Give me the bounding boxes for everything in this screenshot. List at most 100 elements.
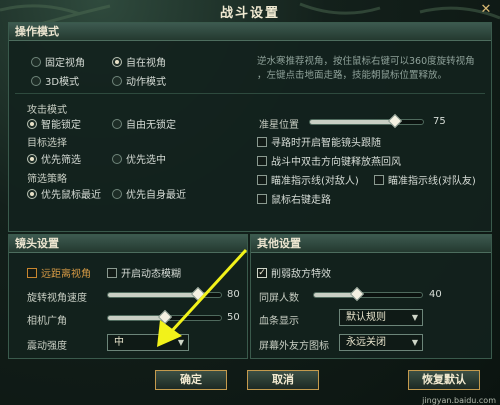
mode-description-line1: 逆水寒推荐视角，按住鼠标右键可以360度旋转视角 [257, 56, 475, 67]
chevron-down-icon: ▼ [177, 338, 184, 347]
settings-window: 战斗设置 ✕ 操作模式 固定视角 自在视角 3D模式 动作模式 逆水寒推荐视角，… [0, 0, 500, 405]
title-bar: 战斗设置 [0, 0, 500, 22]
blood-bar-select[interactable]: 默认规则 ▼ [339, 309, 423, 326]
camera-section-title: 镜头设置 [9, 235, 247, 253]
weaken-enemy-effects-checkbox[interactable]: ✓ 削弱敌方特效 [257, 265, 331, 280]
check-label: 瞄准指示线(对敌人) [271, 176, 359, 187]
radio-icon [112, 118, 122, 129]
other-panel: 其他设置 ✓ 削弱敌方特效 同屏人数 40 血条显示 默认规则 ▼ 屏幕外友方图… [250, 234, 492, 359]
mode-label: 固定视角 [45, 58, 85, 69]
option-label: 优先筛选 [41, 155, 81, 166]
fov-value: 50 [227, 312, 240, 323]
radio-icon [112, 75, 122, 86]
watermark: jingyan.baidu.com [422, 396, 496, 405]
slider-fill [310, 120, 395, 124]
option-label: 优先选中 [126, 155, 166, 166]
ally-icon-select[interactable]: 永远关闭 ▼ [339, 334, 423, 351]
chevron-down-icon: ▼ [411, 338, 418, 347]
select-value: 中 [114, 337, 124, 348]
divider [15, 93, 485, 94]
select-value: 默认规则 [346, 312, 386, 323]
rotate-speed-value: 80 [227, 289, 240, 300]
checkbox-icon [374, 174, 384, 185]
check-label: 远距离视角 [41, 269, 91, 280]
restore-default-button[interactable]: 恢复默认 [408, 370, 480, 390]
smart-camera-follow-checkbox[interactable]: 寻路时开启智能镜头跟随 [257, 134, 381, 149]
checkbox-icon [257, 155, 267, 166]
option-label: 优先自身最近 [126, 190, 186, 201]
same-screen-slider[interactable] [313, 286, 423, 302]
target-priority-filter[interactable]: 优先筛选 [27, 151, 81, 166]
slider-fill [108, 316, 165, 320]
radio-icon [31, 56, 41, 67]
mode-description-line2: ，左键点击地面走路，技能朝鼠标位置释放。 [257, 70, 448, 81]
mode-label: 3D模式 [45, 77, 80, 88]
attack-free-unlock[interactable]: 自由无锁定 [112, 116, 176, 131]
checkbox-icon [257, 174, 267, 185]
chevron-down-icon: ▼ [411, 313, 418, 322]
filter-self-nearest[interactable]: 优先自身最近 [112, 186, 186, 201]
checkbox-icon [27, 267, 37, 278]
check-label: 开启动态模糊 [121, 269, 181, 280]
other-section-title: 其他设置 [251, 235, 491, 253]
double-tap-dodge-checkbox[interactable]: 战斗中双击方向键释放燕回风 [257, 153, 401, 168]
shake-label: 震动强度 [27, 341, 67, 352]
rotate-speed-slider[interactable] [107, 286, 222, 302]
check-icon: ✓ [257, 267, 267, 278]
radio-icon [112, 188, 122, 199]
mode-3d[interactable]: 3D模式 [31, 73, 79, 88]
radio-selected-icon [27, 188, 37, 199]
attack-smart-lock[interactable]: 智能锁定 [27, 116, 81, 131]
option-label: 优先鼠标最近 [41, 190, 101, 201]
check-label: 瞄准指示线(对队友) [388, 176, 476, 187]
radio-icon [112, 153, 122, 164]
slider-thumb[interactable] [387, 113, 402, 129]
fov-slider[interactable] [107, 309, 222, 325]
checkbox-icon [257, 193, 267, 204]
check-label: 寻路时开启智能镜头跟随 [271, 138, 381, 149]
right-click-walk-checkbox[interactable]: 鼠标右键走路 [257, 191, 331, 206]
operation-section-title: 操作模式 [9, 23, 491, 41]
slider-fill [108, 293, 199, 297]
target-select-label: 目标选择 [27, 138, 67, 149]
filter-strategy-label: 筛选策略 [27, 174, 67, 185]
slider-thumb[interactable] [191, 286, 206, 302]
crosshair-slider[interactable] [309, 113, 424, 129]
window-title: 战斗设置 [219, 5, 280, 21]
crosshair-label: 准星位置 [259, 120, 299, 131]
cancel-button[interactable]: 取消 [247, 370, 319, 390]
close-icon[interactable]: ✕ [478, 2, 494, 18]
slider-thumb[interactable] [157, 309, 172, 325]
mode-fixed-view[interactable]: 固定视角 [31, 54, 85, 69]
operation-panel: 操作模式 固定视角 自在视角 3D模式 动作模式 逆水寒推荐视角，按住鼠标右键可… [8, 22, 492, 232]
camera-panel: 镜头设置 远距离视角 开启动态模糊 旋转视角速度 80 相机广角 50 震动强度… [8, 234, 248, 359]
slider-thumb[interactable] [350, 286, 365, 302]
target-priority-selected[interactable]: 优先选中 [112, 151, 166, 166]
far-view-checkbox[interactable]: 远距离视角 [27, 265, 91, 280]
radio-icon [31, 75, 41, 86]
aim-line-ally-checkbox[interactable]: 瞄准指示线(对队友) [374, 172, 476, 187]
ok-button[interactable]: 确定 [155, 370, 227, 390]
aim-line-enemy-checkbox[interactable]: 瞄准指示线(对敌人) [257, 172, 359, 187]
fov-label: 相机广角 [27, 316, 67, 327]
radio-selected-icon [112, 56, 122, 67]
same-screen-label: 同屏人数 [259, 293, 299, 304]
mode-label: 自在视角 [126, 58, 166, 69]
select-value: 永远关闭 [346, 337, 386, 348]
crosshair-value: 75 [433, 116, 446, 127]
option-label: 智能锁定 [41, 120, 81, 131]
same-screen-value: 40 [429, 289, 442, 300]
ally-icon-label: 屏幕外友方图标 [259, 341, 329, 352]
blood-bar-label: 血条显示 [259, 316, 299, 327]
mode-label: 动作模式 [126, 77, 166, 88]
checkbox-icon [107, 267, 117, 278]
motion-blur-checkbox[interactable]: 开启动态模糊 [107, 265, 181, 280]
shake-select[interactable]: 中 ▼ [107, 334, 189, 351]
checkbox-icon [257, 136, 267, 147]
option-label: 自由无锁定 [126, 120, 176, 131]
check-label: 战斗中双击方向键释放燕回风 [271, 157, 401, 168]
mode-action[interactable]: 动作模式 [112, 73, 166, 88]
check-label: 鼠标右键走路 [271, 195, 331, 206]
filter-mouse-nearest[interactable]: 优先鼠标最近 [27, 186, 101, 201]
mode-free-view[interactable]: 自在视角 [112, 54, 166, 69]
